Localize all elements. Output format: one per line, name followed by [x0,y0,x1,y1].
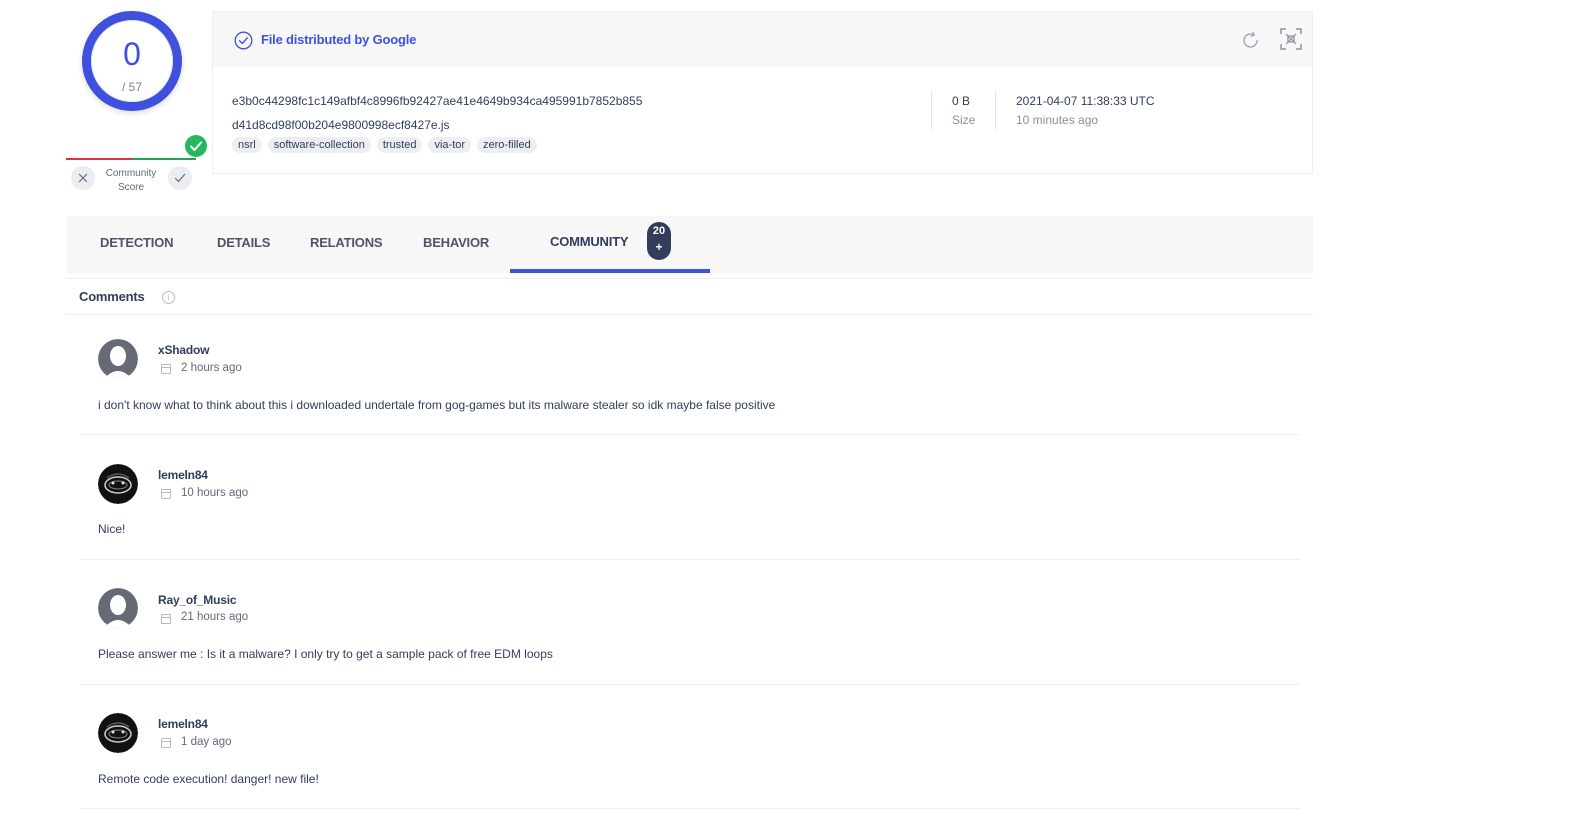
avatar[interactable] [98,339,138,379]
vote-harmful-button[interactable] [71,166,95,190]
file-distributor-text: File distributed by Google [261,32,417,47]
file-tag[interactable]: via-tor [428,137,472,153]
comment-text: i don't know what to think about this i … [98,398,776,412]
comment-author[interactable]: Ray_of_Music [158,593,236,607]
community-score-bar-positive [132,158,196,160]
comment-time: 10 hours ago [181,487,249,499]
comment-author[interactable]: lemeln84 [158,717,208,731]
divider [66,314,1313,315]
avatar[interactable] [98,464,138,504]
community-check-badge-icon [185,135,207,157]
comment-author[interactable]: xShadow [158,343,209,357]
comment-text: Remote code execution! danger! new file! [98,772,319,786]
file-tag[interactable]: trusted [376,137,423,153]
divider [80,434,1300,435]
file-tag[interactable]: nsrl [232,137,262,153]
refresh-icon[interactable] [1240,30,1261,56]
tab-detection[interactable]: DETECTION [100,235,174,250]
calendar-icon [161,489,171,499]
community-score-bar-negative [66,158,132,160]
last-analysis-relative: 10 minutes ago [1016,113,1099,127]
comment-text: Please answer me : Is it a malware? I on… [98,647,553,661]
file-size-value: 0 B [952,94,971,108]
file-size-label: Size [952,113,976,127]
active-tab-indicator [510,269,710,273]
file-name: d41d8cd98f00b204e9800998ecf8427e.js [232,118,450,132]
last-analysis-date: 2021-04-07 11:38:33 UTC [1016,94,1155,108]
divider [80,684,1300,685]
detection-score-ring: 0 / 57 [82,11,182,111]
close-icon [78,173,88,183]
avatar[interactable] [98,588,138,628]
detection-score-total: / 57 [121,80,142,94]
avatar[interactable] [98,713,138,753]
comment-time: 2 hours ago [181,362,242,374]
check-circle-icon [234,31,253,55]
comment-text: Nice! [98,522,126,536]
calendar-icon [161,614,171,624]
check-icon [174,173,186,183]
divider [995,90,996,130]
tab-details[interactable]: DETAILS [217,235,270,250]
tab-behavior[interactable]: BEHAVIOR [423,235,489,250]
calendar-icon [161,738,171,748]
divider [80,808,1300,809]
community-score-label: Community Score [105,168,157,193]
divider [66,278,1313,279]
file-tags: nsrl software-collection trusted via-tor… [232,137,537,153]
fullscreen-icon[interactable] [1279,27,1303,56]
community-count-badge: 20 + [647,222,671,260]
tab-relations[interactable]: RELATIONS [310,235,383,250]
comment-time: 21 hours ago [181,611,249,623]
vote-harmless-button[interactable] [168,166,192,190]
tab-community[interactable]: COMMUNITY [550,234,629,249]
detection-score-value: 0 [123,36,141,72]
comments-title: Comments [79,289,145,304]
calendar-icon [161,364,171,374]
comment-author[interactable]: lemeln84 [158,468,208,482]
divider [80,559,1300,560]
comment-time: 1 day ago [181,736,232,748]
info-icon[interactable]: i [162,291,175,304]
file-tag[interactable]: software-collection [267,137,371,153]
divider [931,90,932,130]
file-tag[interactable]: zero-filled [477,137,537,153]
file-hash[interactable]: e3b0c44298fc1c149afbf4c8996fb92427ae41e4… [232,94,642,108]
